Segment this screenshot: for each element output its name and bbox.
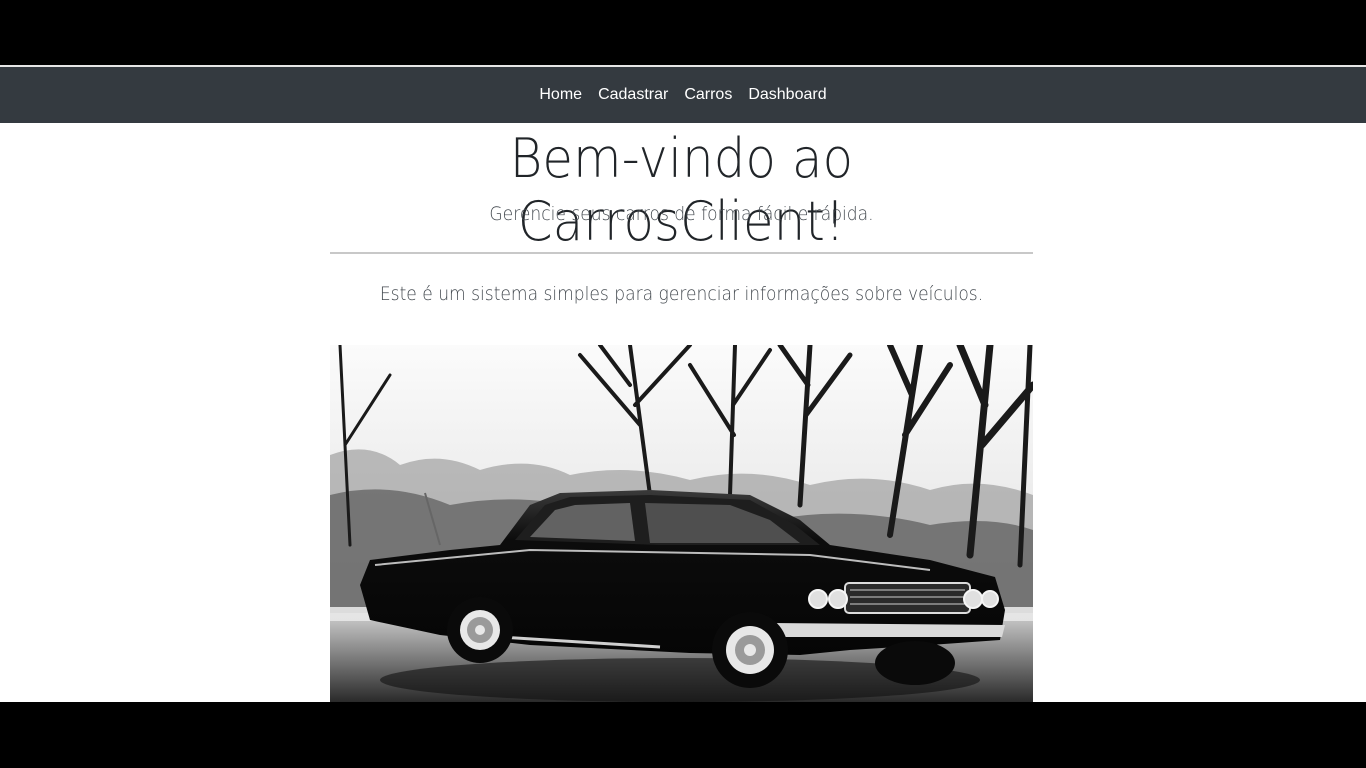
car-image [330,345,1033,702]
nav-link-carros[interactable]: Carros [684,86,732,104]
main-content: Bem-vindo ao CarrosClient! Gerencie seus… [0,123,1366,702]
car-photo-illustration [330,345,1033,702]
navbar: Home Cadastrar Carros Dashboard [0,67,1366,123]
lead-text: Gerencie seus carros de forma fácil e rá… [489,203,874,225]
nav-link-cadastrar[interactable]: Cadastrar [598,86,668,104]
top-letterbox [0,0,1366,65]
page-title: Bem-vindo ao CarrosClient! [509,127,854,253]
description-text: Este é um sistema simples para gerenciar… [379,283,984,305]
bottom-letterbox [0,702,1366,768]
divider [330,252,1033,254]
nav-link-dashboard[interactable]: Dashboard [748,86,826,104]
nav-link-home[interactable]: Home [539,86,582,104]
